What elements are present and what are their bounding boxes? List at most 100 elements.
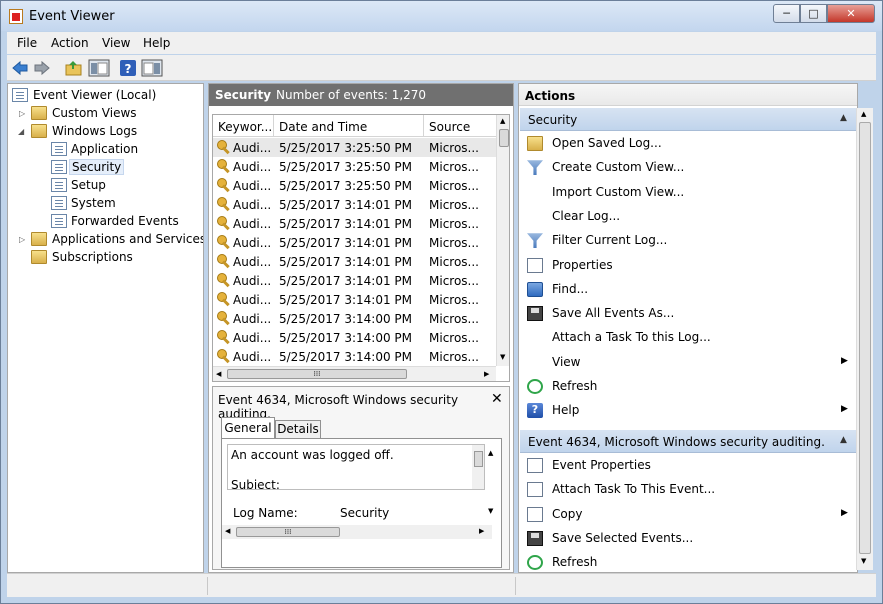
key-icon: [217, 349, 231, 363]
cell-date-time: 5/25/2017 3:25:50 PM: [279, 141, 413, 155]
event-row[interactable]: Audi... 5/25/2017 3:25:50 PM Micros...: [213, 157, 496, 176]
back-arrow-icon[interactable]: [11, 59, 29, 77]
actions-scrollbar[interactable]: ▲ ▼: [856, 108, 873, 570]
action-save-selected-events[interactable]: Save Selected Events...: [519, 527, 857, 551]
event-row[interactable]: Audi... 5/25/2017 3:14:01 PM Micros...: [213, 252, 496, 271]
action-view[interactable]: View ▶: [519, 351, 857, 375]
event-row[interactable]: Audi... 5/25/2017 3:14:01 PM Micros...: [213, 195, 496, 214]
scroll-left-icon[interactable]: ◀: [225, 527, 230, 535]
filter-icon: [527, 233, 543, 249]
menu-view[interactable]: View: [102, 36, 130, 50]
scroll-down-icon[interactable]: ▼: [861, 557, 866, 565]
collapse-arrow-icon[interactable]: ◢: [18, 127, 24, 136]
expand-arrow-icon[interactable]: ▷: [19, 109, 25, 118]
scroll-thumb[interactable]: ⁞⁞⁞: [227, 369, 407, 379]
tree-item-security[interactable]: Security: [8, 158, 198, 176]
scroll-right-icon[interactable]: ▶: [484, 370, 489, 378]
log-icon: [51, 160, 67, 174]
event-message-box[interactable]: An account was logged off. Subject:: [227, 444, 485, 490]
menu-file[interactable]: File: [17, 36, 37, 50]
collapse-icon[interactable]: ▲: [840, 113, 847, 123]
log-icon: [51, 214, 67, 228]
event-row[interactable]: Audi... 5/25/2017 3:14:00 PM Micros...: [213, 347, 496, 366]
properties-icon: [527, 257, 543, 273]
collapse-icon[interactable]: ▲: [840, 435, 847, 445]
close-detail-icon[interactable]: ✕: [491, 391, 503, 407]
cell-keyword: Audi...: [233, 293, 272, 307]
expand-arrow-icon[interactable]: ▷: [19, 235, 25, 244]
scroll-down-icon[interactable]: ▼: [488, 507, 493, 515]
event-row[interactable]: Audi... 5/25/2017 3:14:00 PM Micros...: [213, 328, 496, 347]
tree-item-system[interactable]: System: [8, 194, 198, 212]
event-row[interactable]: Audi... 5/25/2017 3:14:01 PM Micros...: [213, 290, 496, 309]
action-refresh[interactable]: Refresh: [519, 375, 857, 399]
action-attach-task-to-log[interactable]: Attach a Task To this Log...: [519, 326, 857, 350]
column-header-source[interactable]: Source: [424, 115, 496, 137]
cell-source: Micros...: [429, 160, 479, 174]
action-copy[interactable]: Copy ▶: [519, 503, 857, 527]
message-scrollbar[interactable]: [472, 445, 484, 489]
event-row[interactable]: Audi... 5/25/2017 3:14:00 PM Micros...: [213, 309, 496, 328]
scroll-thumb[interactable]: [474, 451, 483, 467]
scroll-down-icon[interactable]: ▼: [500, 353, 505, 361]
action-open-saved-log[interactable]: Open Saved Log...: [519, 132, 857, 156]
event-row[interactable]: Audi... 5/25/2017 3:25:50 PM Micros...: [213, 176, 496, 195]
forward-arrow-icon[interactable]: [33, 59, 51, 77]
tab-general[interactable]: General: [221, 417, 275, 439]
scroll-right-icon[interactable]: ▶: [479, 527, 484, 535]
action-clear-log[interactable]: Clear Log...: [519, 205, 857, 229]
section-security[interactable]: Security ▲: [520, 108, 857, 131]
action-refresh-event[interactable]: Refresh: [519, 551, 857, 575]
up-folder-icon[interactable]: [65, 59, 83, 77]
column-header-date-time[interactable]: Date and Time: [274, 115, 424, 137]
title-bar[interactable]: Event Viewer ─ □ ✕: [1, 1, 882, 31]
action-properties[interactable]: Properties: [519, 254, 857, 278]
action-help[interactable]: ? Help ▶: [519, 399, 857, 423]
maximize-button[interactable]: □: [800, 4, 827, 23]
show-hide-action-pane-icon[interactable]: [141, 59, 163, 77]
tree-item-application[interactable]: Application: [8, 140, 198, 158]
scroll-up-icon[interactable]: ▲: [500, 117, 505, 125]
events-vertical-scrollbar[interactable]: ▲ ▼: [496, 115, 509, 366]
scroll-left-icon[interactable]: ◀: [216, 370, 221, 378]
tree-item-windows-logs[interactable]: ◢ Windows Logs: [8, 122, 198, 140]
menu-help[interactable]: Help: [143, 36, 170, 50]
scroll-thumb[interactable]: ⁞⁞⁞: [236, 527, 340, 537]
action-filter-current-log[interactable]: Filter Current Log...: [519, 229, 857, 253]
event-row[interactable]: Audi... 5/25/2017 3:25:50 PM Micros...: [213, 138, 496, 157]
tree-item-custom-views[interactable]: ▷ Custom Views: [8, 104, 198, 122]
detail-horizontal-scrollbar[interactable]: ◀ ⁞⁞⁞ ▶: [222, 525, 492, 539]
cell-date-time: 5/25/2017 3:14:01 PM: [279, 274, 413, 288]
tab-details[interactable]: Details: [275, 420, 321, 439]
action-create-custom-view[interactable]: Create Custom View...: [519, 156, 857, 180]
column-header-keywords[interactable]: Keywor...: [213, 115, 274, 137]
action-label: Import Custom View...: [552, 184, 685, 199]
tree-item-forwarded-events[interactable]: Forwarded Events: [8, 212, 198, 230]
tree-item-setup[interactable]: Setup: [8, 176, 198, 194]
scroll-thumb[interactable]: [499, 129, 509, 147]
close-button[interactable]: ✕: [827, 4, 875, 23]
section-event-4634[interactable]: Event 4634, Microsoft Windows security a…: [520, 430, 857, 453]
action-label: Save All Events As...: [552, 306, 675, 321]
scroll-up-icon[interactable]: ▲: [861, 110, 866, 118]
show-hide-tree-icon[interactable]: [88, 59, 110, 77]
event-row[interactable]: Audi... 5/25/2017 3:14:01 PM Micros...: [213, 233, 496, 252]
tree-item-subscriptions[interactable]: Subscriptions: [8, 248, 198, 266]
scroll-up-icon[interactable]: ▲: [488, 449, 493, 457]
tree-item-event-viewer-local[interactable]: Event Viewer (Local): [8, 86, 198, 104]
scroll-thumb[interactable]: [859, 122, 871, 554]
action-event-properties[interactable]: Event Properties: [519, 454, 857, 478]
action-find[interactable]: Find...: [519, 278, 857, 302]
tree-item-applications-and-services[interactable]: ▷ Applications and Services Lo: [8, 230, 203, 248]
minimize-button[interactable]: ─: [773, 4, 800, 23]
action-save-all-events-as[interactable]: Save All Events As...: [519, 302, 857, 326]
event-row[interactable]: Audi... 5/25/2017 3:14:01 PM Micros...: [213, 271, 496, 290]
help-icon[interactable]: ?: [119, 59, 137, 77]
menu-action[interactable]: Action: [51, 36, 89, 50]
floppy-disk-icon: [527, 530, 543, 546]
action-import-custom-view[interactable]: Import Custom View...: [519, 181, 857, 205]
cell-keyword: Audi...: [233, 141, 272, 155]
events-horizontal-scrollbar[interactable]: ◀ ⁞⁞⁞ ▶: [213, 366, 496, 381]
event-row[interactable]: Audi... 5/25/2017 3:14:01 PM Micros...: [213, 214, 496, 233]
action-attach-task-to-event[interactable]: Attach Task To This Event...: [519, 478, 857, 502]
